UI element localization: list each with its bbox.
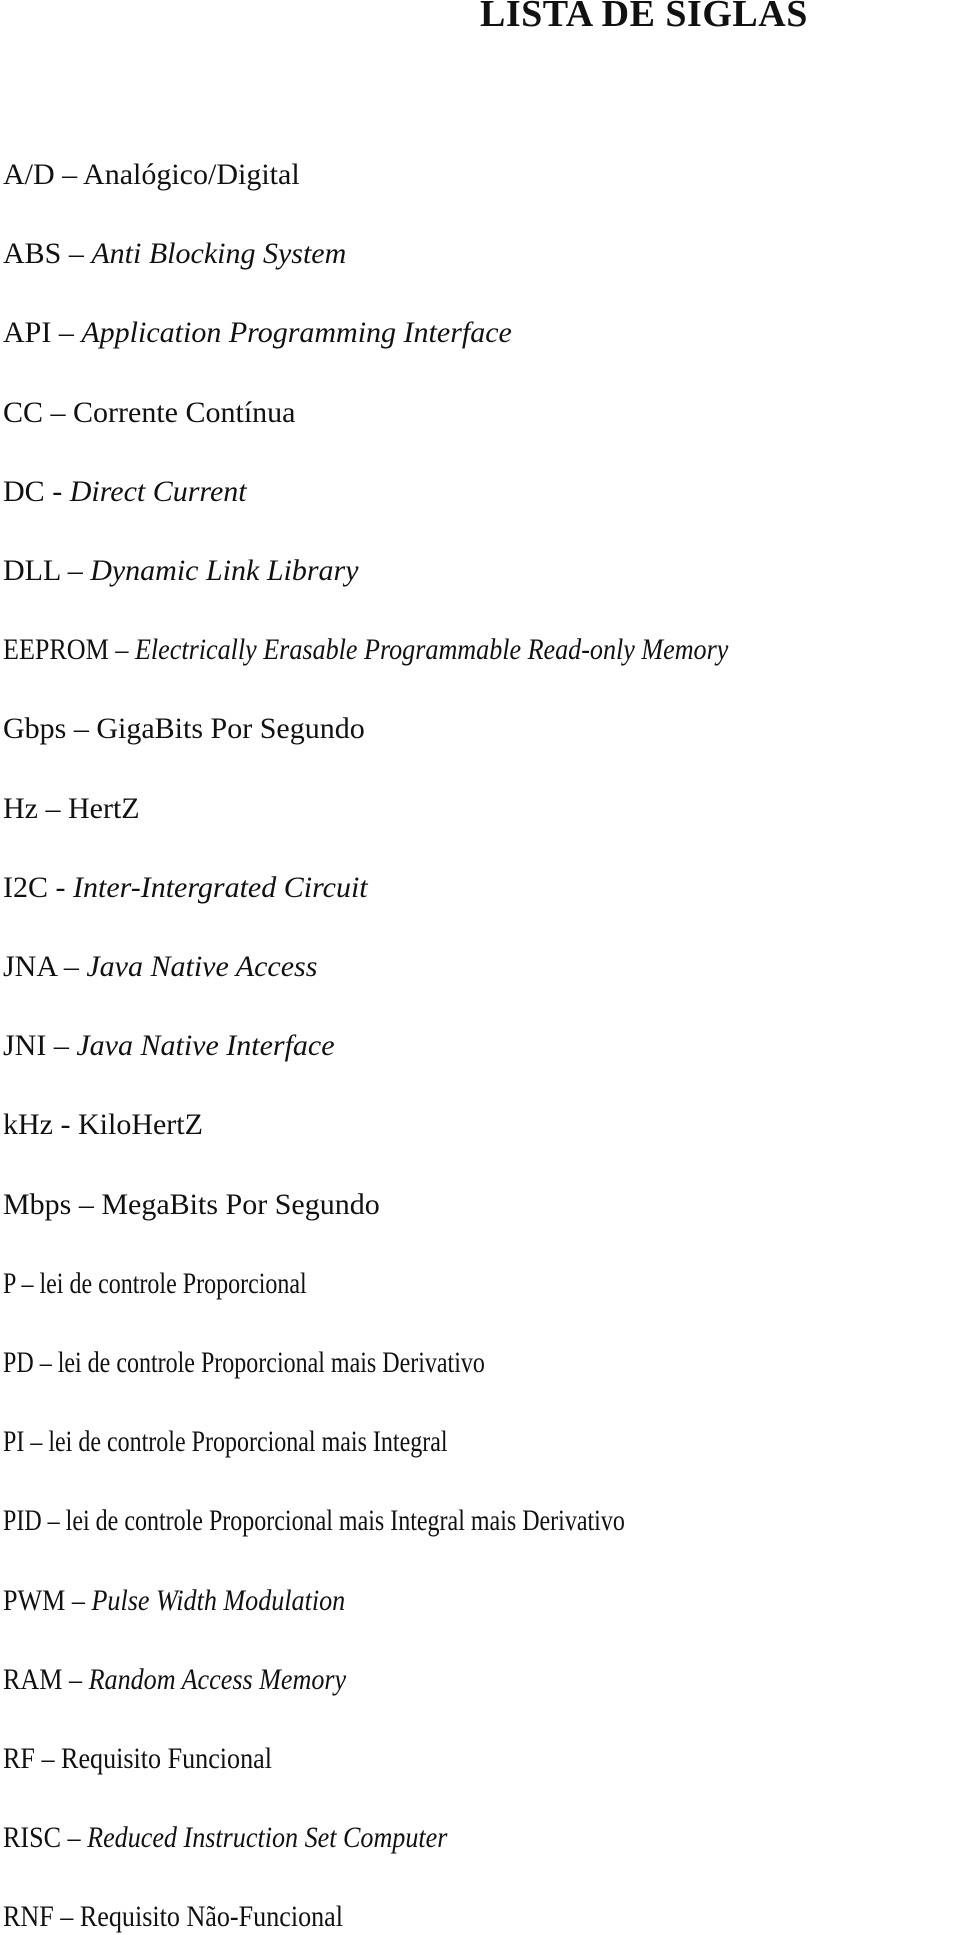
acronym-entry: RF – Requisito Funcional bbox=[3, 1741, 272, 1777]
acronym: CC bbox=[3, 395, 44, 429]
separator: – bbox=[24, 1425, 49, 1459]
acronym-entry: Mbps – MegaBits Por Segundo bbox=[3, 1187, 380, 1223]
acronym: DC bbox=[3, 474, 45, 508]
definition: Requisito Não-Funcional bbox=[79, 1900, 344, 1934]
separator: – bbox=[41, 1504, 66, 1538]
separator: – bbox=[65, 1583, 92, 1617]
acronym: RAM bbox=[3, 1662, 63, 1696]
separator: – bbox=[51, 316, 82, 350]
separator: - bbox=[52, 1108, 78, 1142]
separator: - bbox=[44, 474, 70, 508]
definition: Inter-Intergrated Circuit bbox=[73, 870, 368, 904]
acronym: RF bbox=[3, 1742, 35, 1775]
definition: KiloHertZ bbox=[77, 1108, 203, 1142]
definition: Analógico/Digital bbox=[83, 158, 300, 191]
acronym: PWM bbox=[3, 1583, 66, 1617]
definition: Random Access Memory bbox=[88, 1662, 347, 1696]
acronym-entry: I2C - Inter-Intergrated Circuit bbox=[3, 870, 368, 906]
acronym-entry: PID – lei de controle Proporcional mais … bbox=[3, 1503, 625, 1539]
acronym: JNI bbox=[3, 1029, 47, 1063]
acronym-entry: DC - Direct Current bbox=[3, 474, 247, 510]
acronym: RNF bbox=[3, 1900, 54, 1934]
definition: Application Programming Interface bbox=[81, 316, 512, 350]
separator: – bbox=[43, 395, 74, 429]
acronym-entry: Gbps – GigaBits Por Segundo bbox=[3, 711, 365, 747]
acronym: P bbox=[3, 1266, 16, 1300]
separator: – bbox=[15, 1266, 40, 1300]
definition: Electrically Erasable Programmable Read-… bbox=[134, 633, 729, 667]
acronym-entry: kHz - KiloHertZ bbox=[3, 1107, 203, 1143]
definition: HertZ bbox=[67, 791, 140, 825]
acronym-entry: JNI – Java Native Interface bbox=[3, 1028, 335, 1064]
separator: – bbox=[66, 712, 97, 746]
acronym-entry: PD – lei de controle Proporcional mais D… bbox=[3, 1345, 485, 1381]
acronym-entry: Hz – HertZ bbox=[3, 791, 140, 827]
acronym-entry: RISC – Reduced Instruction Set Computer bbox=[3, 1820, 447, 1856]
separator: – bbox=[54, 158, 84, 191]
acronym: PD bbox=[3, 1346, 34, 1379]
acronym: Mbps bbox=[3, 1187, 72, 1221]
definition: Corrente Contínua bbox=[73, 395, 296, 429]
separator: – bbox=[34, 1742, 62, 1775]
acronym-entry: RNF – Requisito Não-Funcional bbox=[3, 1899, 343, 1935]
definition: lei de controle Proporcional mais Integr… bbox=[65, 1504, 625, 1538]
acronym-entry: PI – lei de controle Proporcional mais I… bbox=[3, 1424, 448, 1460]
acronym-entry: EEPROM – Electrically Erasable Programma… bbox=[3, 632, 728, 668]
acronym: Hz bbox=[3, 791, 38, 825]
definition: lei de controle Proporcional mais Deriva… bbox=[57, 1346, 485, 1379]
acronym: API bbox=[3, 316, 52, 350]
definition: Pulse Width Modulation bbox=[91, 1583, 346, 1617]
acronym-entry: A/D – Analógico/Digital bbox=[3, 157, 300, 193]
separator: – bbox=[33, 1346, 58, 1379]
separator: – bbox=[61, 1821, 88, 1855]
acronym-entry: PWM – Pulse Width Modulation bbox=[3, 1583, 345, 1619]
acronym: I2C bbox=[3, 870, 48, 904]
acronym-entry: CC – Corrente Contínua bbox=[3, 395, 295, 431]
separator: - bbox=[48, 870, 73, 904]
separator: – bbox=[46, 1029, 77, 1063]
acronym-entry: ABS – Anti Blocking System bbox=[3, 236, 346, 272]
acronym-entry: P – lei de controle Proporcional bbox=[3, 1266, 307, 1302]
separator: – bbox=[71, 1187, 102, 1221]
separator: – bbox=[56, 950, 87, 983]
acronym: PID bbox=[3, 1504, 42, 1538]
acronym-entry: DLL – Dynamic Link Library bbox=[3, 553, 359, 589]
definition: lei de controle Proporcional bbox=[39, 1266, 307, 1300]
definition: Java Native Access bbox=[86, 950, 318, 983]
definition: Reduced Instruction Set Computer bbox=[87, 1821, 448, 1855]
definition: MegaBits Por Segundo bbox=[101, 1187, 380, 1221]
separator: – bbox=[62, 1662, 89, 1696]
definition: Dynamic Link Library bbox=[90, 554, 359, 587]
separator: – bbox=[37, 791, 68, 825]
acronym: RISC bbox=[3, 1821, 62, 1855]
definition: lei de controle Proporcional mais Integr… bbox=[48, 1425, 448, 1459]
acronym: kHz bbox=[3, 1108, 53, 1142]
definition: Anti Blocking System bbox=[91, 237, 347, 271]
acronym: JNA bbox=[3, 950, 57, 983]
acronym: DLL bbox=[3, 554, 61, 587]
acronym: A/D bbox=[3, 158, 55, 191]
separator: – bbox=[60, 554, 91, 587]
acronym-entry: RAM – Random Access Memory bbox=[3, 1662, 346, 1698]
acronym-entry: JNA – Java Native Access bbox=[3, 949, 317, 985]
acronym-entry: API – Application Programming Interface bbox=[3, 315, 512, 351]
separator: – bbox=[61, 237, 92, 271]
acronym: EEPROM bbox=[3, 633, 109, 667]
page-title: LISTA DE SIGLAS bbox=[480, 0, 808, 35]
acronym: ABS bbox=[3, 237, 62, 271]
acronym: PI bbox=[3, 1425, 25, 1459]
definition: Requisito Funcional bbox=[61, 1742, 273, 1775]
separator: – bbox=[108, 633, 135, 667]
definition: Java Native Interface bbox=[76, 1029, 335, 1063]
definition: Direct Current bbox=[69, 474, 247, 508]
definition: GigaBits Por Segundo bbox=[96, 712, 365, 746]
separator: – bbox=[53, 1900, 80, 1934]
acronym: Gbps bbox=[3, 712, 67, 746]
